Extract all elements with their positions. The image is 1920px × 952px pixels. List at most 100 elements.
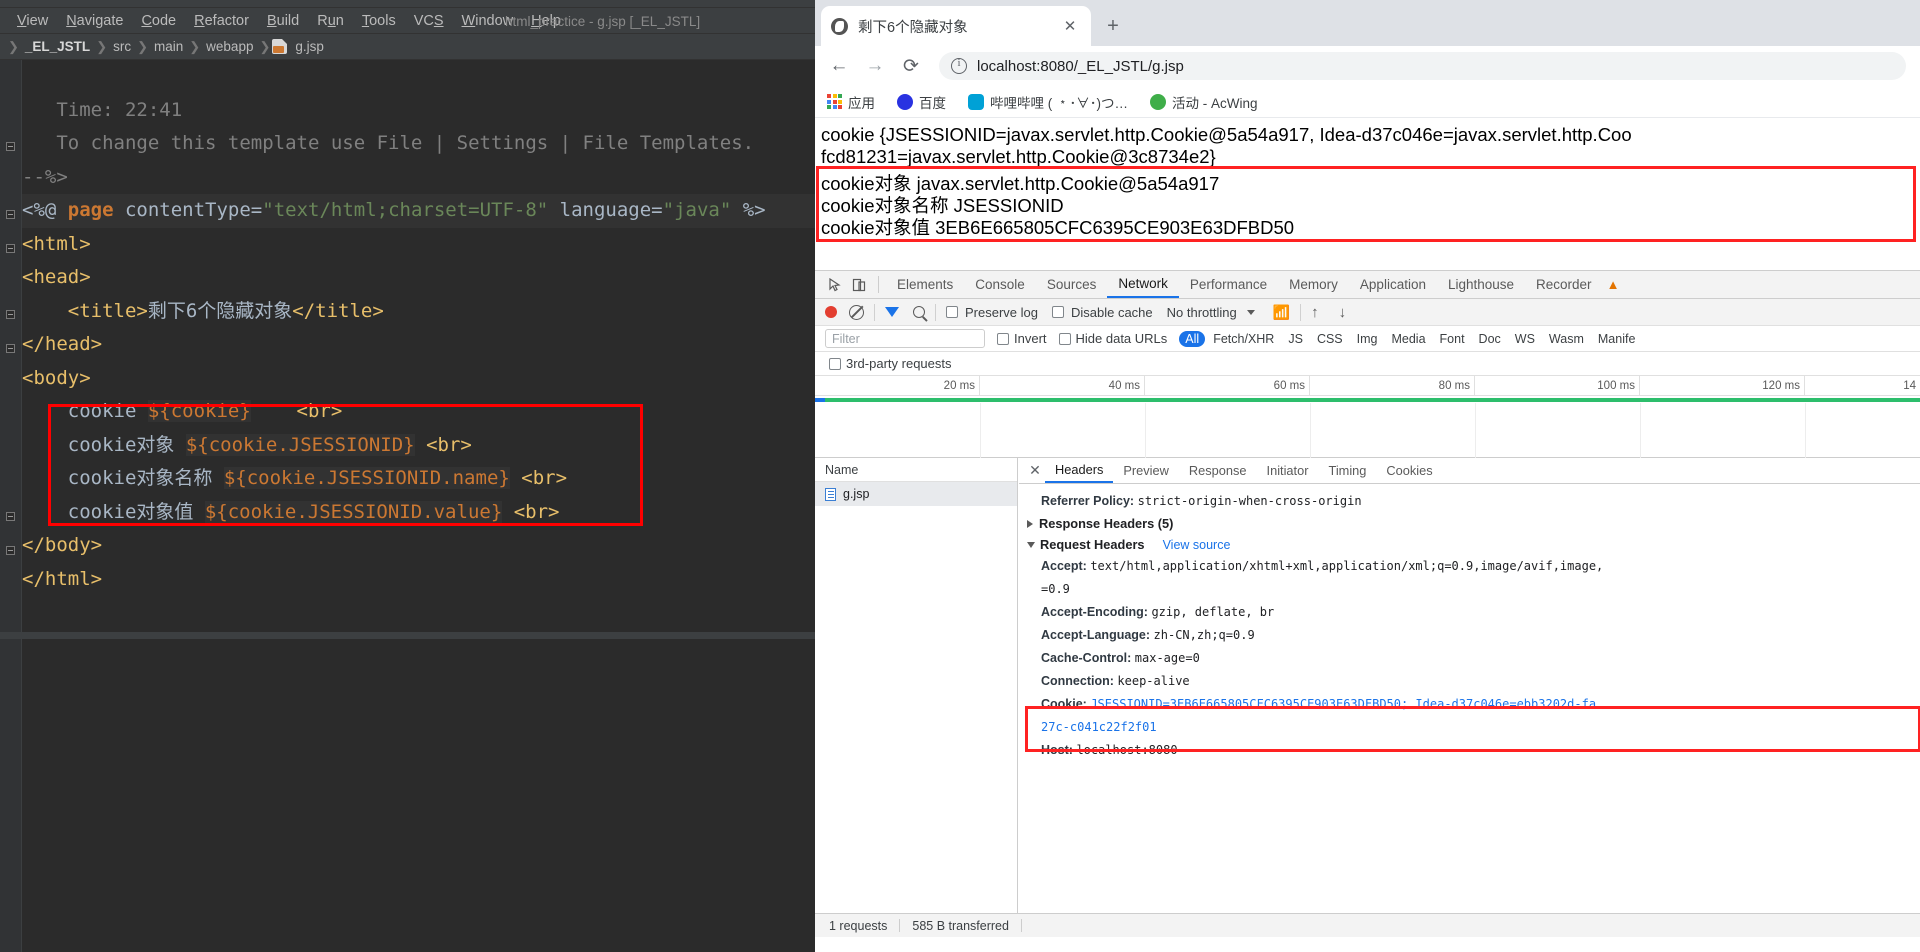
breadcrumb[interactable]: ❯ _EL_JSTL ❯ src ❯ main ❯ webapp ❯ g.jsp [0, 34, 820, 60]
filter-type-font[interactable]: Font [1434, 331, 1471, 347]
close-icon[interactable]: ✕ [1059, 15, 1081, 37]
devtools-tab-recorder[interactable]: Recorder [1525, 271, 1603, 298]
editor-gutter[interactable] [0, 60, 22, 952]
request-row[interactable]: g.jsp [815, 482, 1017, 506]
site-info-icon[interactable] [951, 57, 967, 74]
filter-type-fetch-xhr[interactable]: Fetch/XHR [1207, 331, 1280, 347]
filter-type-css[interactable]: CSS [1311, 331, 1349, 347]
filter-type-doc[interactable]: Doc [1473, 331, 1507, 347]
devtools-tab-performance[interactable]: Performance [1179, 271, 1278, 298]
menu-refactor[interactable]: Refactor [185, 10, 258, 32]
fold-marker-body-end[interactable] [6, 512, 17, 523]
breadcrumb-item-webapp[interactable]: webapp [202, 39, 257, 54]
reload-icon[interactable]: ⟳ [895, 50, 927, 82]
fold-marker-head-end[interactable] [6, 310, 17, 321]
header-row: Connection: keep-alive [1019, 670, 1920, 693]
chevron-down-icon[interactable] [1027, 541, 1035, 548]
view-source-link[interactable]: View source [1163, 538, 1231, 552]
page-text-line: fcd81231=javax.servlet.http.Cookie@3c873… [821, 146, 1216, 167]
column-header-name[interactable]: Name [815, 458, 1017, 482]
filter-type-img[interactable]: Img [1351, 331, 1384, 347]
filter-type-all[interactable]: All [1179, 330, 1206, 347]
fold-marker-html-end[interactable] [6, 546, 17, 557]
bookmark-apps[interactable]: 应用 [827, 92, 875, 112]
filter-type-ws[interactable]: WS [1509, 331, 1541, 347]
close-detail-icon[interactable]: ✕ [1025, 461, 1045, 481]
code-line-cookie-name: cookie对象名称 ${cookie.JSESSIONID.name} <br… [22, 467, 568, 489]
devtools-tab-network[interactable]: Network [1107, 271, 1179, 298]
bookmark-baidu[interactable]: 百度 [897, 92, 946, 112]
new-tab-button[interactable]: + [1099, 12, 1127, 40]
detail-tab-cookies[interactable]: Cookies [1376, 458, 1442, 483]
device-toolbar-icon[interactable] [847, 274, 871, 296]
preserve-log-checkbox[interactable] [946, 306, 958, 318]
devtools-tab-bar: Elements Console Sources Network Perform… [815, 271, 1920, 299]
export-har-icon[interactable]: ↓ [1339, 304, 1347, 321]
fold-marker-comment[interactable] [6, 142, 17, 153]
disable-cache-checkbox[interactable] [1051, 306, 1064, 318]
search-icon[interactable] [913, 306, 925, 318]
warning-icon[interactable]: ▲ [1607, 277, 1620, 292]
header-key: Accept-Encoding: [1041, 605, 1148, 619]
detail-tab-headers[interactable]: Headers [1045, 458, 1114, 483]
inspect-element-icon[interactable] [823, 274, 847, 296]
filter-input[interactable]: Filter [825, 329, 985, 348]
request-headers-section[interactable]: Request Headers View source [1019, 534, 1920, 555]
invert-checkbox[interactable] [997, 332, 1009, 345]
import-har-icon[interactable]: ↑ [1311, 304, 1319, 321]
browser-tab[interactable]: 剩下6个隐藏对象 ✕ [821, 6, 1091, 46]
tab-strip: 剩下6个隐藏对象 ✕ + [815, 0, 1920, 46]
breadcrumb-item-file[interactable]: g.jsp [291, 39, 328, 54]
menu-build[interactable]: Build [258, 10, 308, 32]
code-text[interactable]: Time: 22:41 To change this template use … [22, 60, 820, 952]
filter-type-media[interactable]: Media [1385, 331, 1431, 347]
devtools-tab-application[interactable]: Application [1349, 271, 1437, 298]
transferred-size: 585 B transferred [912, 918, 1009, 933]
filter-icon[interactable] [885, 307, 899, 317]
detail-tab-bar: ✕ Headers Preview Response Initiator Tim… [1019, 458, 1920, 484]
chevron-right-icon[interactable] [1027, 519, 1033, 528]
chevron-down-icon[interactable] [1246, 309, 1255, 315]
throttling-select[interactable]: No throttling [1167, 305, 1237, 320]
menu-tools[interactable]: Tools [353, 10, 405, 32]
devtools-tab-lighthouse[interactable]: Lighthouse [1437, 271, 1525, 298]
third-party-checkbox[interactable] [829, 357, 841, 370]
wifi-icon[interactable]: 📶 [1273, 304, 1290, 321]
menu-navigate[interactable]: Navigate [57, 10, 132, 32]
menu-code[interactable]: Code [132, 10, 185, 32]
forward-icon[interactable]: → [859, 50, 891, 82]
headers-body: Referrer Policy: strict-origin-when-cros… [1019, 484, 1920, 762]
devtools-tab-elements[interactable]: Elements [886, 271, 964, 298]
detail-tab-initiator[interactable]: Initiator [1257, 458, 1319, 483]
bookmark-acwing[interactable]: 活动 - AcWing [1150, 92, 1258, 112]
breadcrumb-item-project[interactable]: _EL_JSTL [21, 39, 94, 54]
menu-vcs[interactable]: VCS [405, 10, 453, 32]
back-icon[interactable]: ← [823, 50, 855, 82]
fold-marker-body[interactable] [6, 344, 17, 355]
filter-type-manifest[interactable]: Manife [1592, 331, 1642, 347]
hide-data-urls-checkbox[interactable] [1058, 332, 1071, 345]
breadcrumb-item-src[interactable]: src [109, 39, 135, 54]
breadcrumb-sep: ❯ [137, 38, 148, 54]
breadcrumb-item-main[interactable]: main [150, 39, 187, 54]
devtools-tab-sources[interactable]: Sources [1036, 271, 1108, 298]
detail-tab-response[interactable]: Response [1179, 458, 1257, 483]
header-host-row: Host: localhost:8080 [1019, 739, 1920, 762]
record-icon[interactable] [825, 306, 837, 318]
code-editor[interactable]: Time: 22:41 To change this template use … [0, 60, 820, 952]
response-headers-section[interactable]: Response Headers (5) [1019, 513, 1920, 534]
filter-type-wasm[interactable]: Wasm [1543, 331, 1590, 347]
detail-tab-preview[interactable]: Preview [1113, 458, 1179, 483]
bookmark-bilibili[interactable]: 哔哩哔哩 ( ﹡･∀･)つ… [968, 92, 1128, 112]
menu-run[interactable]: Run [308, 10, 353, 32]
editor-horizontal-scrollbar[interactable] [0, 632, 815, 639]
detail-tab-timing[interactable]: Timing [1318, 458, 1376, 483]
fold-marker-html[interactable] [6, 210, 17, 221]
fold-marker-head[interactable] [6, 244, 17, 255]
clear-icon[interactable] [849, 304, 864, 320]
filter-type-js[interactable]: JS [1282, 331, 1309, 347]
devtools-tab-console[interactable]: Console [964, 271, 1036, 298]
devtools-tab-memory[interactable]: Memory [1278, 271, 1349, 298]
menu-view[interactable]: View [8, 10, 57, 32]
address-bar[interactable]: localhost:8080/_EL_JSTL/g.jsp [939, 52, 1906, 80]
